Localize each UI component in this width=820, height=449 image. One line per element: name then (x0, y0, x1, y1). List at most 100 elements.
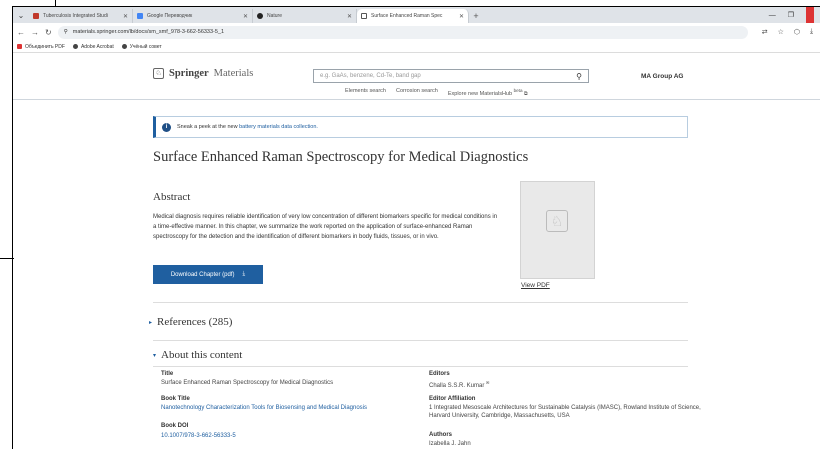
banner-text-prefix: Sneak a peek at the new (177, 124, 238, 130)
banner-link[interactable]: battery materials data collection. (239, 124, 318, 130)
nav-explore-materialshub[interactable]: Explore new MaterialsHub beta ⧉ (448, 88, 528, 97)
meta-authors-value[interactable]: Izabella J. Jahn (429, 440, 471, 448)
bookmarks-bar: Объединить PDF Adobe Acrobat Учёный сове… (13, 41, 820, 53)
meta-book-doi-link[interactable]: 10.1007/978-3-662-56333-5 (161, 432, 236, 440)
url-field[interactable]: ⚲ materials.springer.com/lb/docs/sm_smf_… (57, 25, 748, 39)
download-arrow-icon: ⤓ (242, 271, 246, 277)
globe-icon (72, 44, 78, 49)
bookmark-star-icon[interactable]: ☆ (778, 28, 784, 36)
caret-right-icon: ▸ (149, 319, 153, 326)
tab-favicon-icon (257, 13, 263, 19)
window-frame-left-mark (0, 258, 14, 259)
bookmark-merge-pdf[interactable]: Объединить PDF (17, 44, 65, 50)
springer-horse-icon: ♘ (153, 68, 164, 79)
site-header: ♘ Springer Materials e.g. GaAs, benzene,… (13, 53, 820, 100)
maximize-icon[interactable]: ❐ (788, 11, 794, 19)
close-window-icon[interactable] (806, 7, 814, 23)
caret-down-icon: ▾ (153, 352, 157, 359)
logo-brand: Springer (169, 68, 209, 79)
tab-strip: ⌄ Tuberculosis Integrated Studi ✕ Google… (13, 7, 820, 23)
bookmark-label: Adobe Acrobat (80, 43, 114, 50)
references-heading: References (285) (157, 316, 233, 328)
tab-tuberculosis[interactable]: Tuberculosis Integrated Studi ✕ (29, 9, 133, 23)
banner-text: Sneak a peek at the new battery material… (177, 124, 318, 130)
window-frame-tick (55, 0, 56, 7)
meta-editors-value[interactable]: Challa S.S.R. Kumar ✉ (429, 379, 489, 390)
tab-nature[interactable]: Nature ✕ (253, 9, 357, 23)
external-link-icon: ⧉ (524, 90, 528, 97)
meta-editors-label: Editors (429, 371, 450, 377)
nav-elements-search[interactable]: Elements search (345, 88, 386, 97)
divider (153, 366, 688, 367)
chapter-cover-thumbnail[interactable]: ♘ (520, 181, 595, 279)
editor-name: Challa S.S.R. Kumar (429, 383, 485, 389)
view-pdf-link[interactable]: View PDF (521, 282, 550, 289)
about-heading: About this content (161, 349, 243, 361)
bookmark-label: Учёный совет (129, 43, 162, 50)
address-bar-row: ← → ↻ ⚲ materials.springer.com/lb/docs/s… (13, 23, 820, 41)
close-icon[interactable]: ✕ (347, 13, 352, 20)
meta-title-label: Title (161, 371, 174, 377)
reload-icon[interactable]: ↻ (45, 28, 52, 37)
tab-favicon-icon (137, 13, 143, 19)
page-title: Surface Enhanced Raman Spectroscopy for … (153, 149, 529, 165)
new-tab-plus-icon[interactable]: + (469, 9, 483, 23)
forward-arrow-icon[interactable]: → (31, 28, 39, 37)
header-subnav: Elements search Corrosion search Explore… (345, 88, 528, 97)
search-icon[interactable]: ⚲ (576, 72, 582, 81)
tab-surface-enhanced-raman[interactable]: Surface Enhanced Raman Spec ✕ (357, 9, 469, 23)
meta-editor-affiliation-label: Editor Affiliation (429, 396, 476, 402)
email-icon: ✉ (486, 380, 490, 385)
tab-search-icon[interactable]: ⌄ (13, 7, 29, 23)
download-label: Download Chapter (pdf) (170, 271, 235, 278)
meta-authors-label: Authors (429, 432, 452, 438)
site-info-icon[interactable]: ⚲ (64, 29, 68, 35)
translate-icon[interactable]: ⇄ (762, 28, 768, 36)
url-text: materials.springer.com/lb/docs/sm_smf_97… (72, 29, 225, 35)
divider (153, 302, 688, 303)
tab-favicon-icon (33, 13, 39, 19)
download-chapter-button[interactable]: Download Chapter (pdf) ⤓ (153, 265, 263, 284)
tab-label: Surface Enhanced Raman Spec (371, 13, 443, 19)
account-name[interactable]: MA Group AG (641, 73, 684, 80)
close-icon[interactable]: ✕ (243, 13, 248, 20)
back-arrow-icon[interactable]: ← (17, 28, 25, 37)
about-content-toggle[interactable]: ▾ About this content (153, 349, 242, 361)
nav-corrosion-search[interactable]: Corrosion search (396, 88, 438, 97)
meta-title-value: Surface Enhanced Raman Spectroscopy for … (161, 380, 334, 386)
bookmark-academic-council[interactable]: Учёный совет (121, 43, 162, 50)
pdf-icon (17, 44, 22, 49)
close-icon[interactable]: ✕ (123, 13, 128, 20)
extensions-icon[interactable]: ⬡ (794, 28, 800, 36)
meta-book-title-label: Book Title (161, 396, 190, 402)
info-icon: i (162, 122, 171, 132)
window-controls: — ❐ (769, 7, 820, 23)
tab-label: Tuberculosis Integrated Studi (43, 13, 108, 19)
globe-icon (121, 44, 127, 49)
search-placeholder: e.g. GaAs, benzene, Cd-Te, band gap (320, 73, 421, 79)
meta-book-doi-label: Book DOI (161, 423, 189, 429)
nav-explore-label: Explore new MaterialsHub (447, 90, 513, 97)
tab-label: Nature (267, 13, 283, 19)
search-input[interactable]: e.g. GaAs, benzene, Cd-Te, band gap ⚲ (313, 69, 589, 83)
tab-label: Google Переводчик (147, 13, 193, 19)
meta-editor-affiliation-value: 1 Integrated Mesoscale Architectures for… (429, 405, 701, 419)
bookmark-adobe-acrobat[interactable]: Adobe Acrobat (72, 43, 114, 50)
abstract-heading: Abstract (153, 191, 191, 203)
tab-favicon-icon (361, 13, 367, 19)
abstract-text: Medical diagnosis requires reliable iden… (153, 214, 498, 240)
browser-toolbar-icons: ⇄ ☆ ⬡ ⤓ (762, 28, 820, 36)
info-banner: i Sneak a peek at the new battery materi… (153, 116, 688, 138)
references-toggle[interactable]: ▸ References (285) (149, 316, 232, 328)
meta-book-title-link[interactable]: Nanotechnology Characterization Tools fo… (161, 404, 367, 412)
springer-materials-logo[interactable]: ♘ Springer Materials (153, 68, 253, 79)
tab-google-translate[interactable]: Google Переводчик ✕ (133, 9, 253, 23)
minimize-icon[interactable]: — (769, 12, 776, 19)
logo-suffix: Materials (213, 68, 254, 79)
close-icon[interactable]: ✕ (459, 13, 464, 20)
springer-horse-icon: ♘ (546, 210, 568, 232)
beta-badge: beta (513, 88, 523, 93)
divider (153, 340, 688, 341)
download-icon[interactable]: ⤓ (810, 28, 813, 36)
bookmark-label: Объединить PDF (25, 43, 65, 50)
